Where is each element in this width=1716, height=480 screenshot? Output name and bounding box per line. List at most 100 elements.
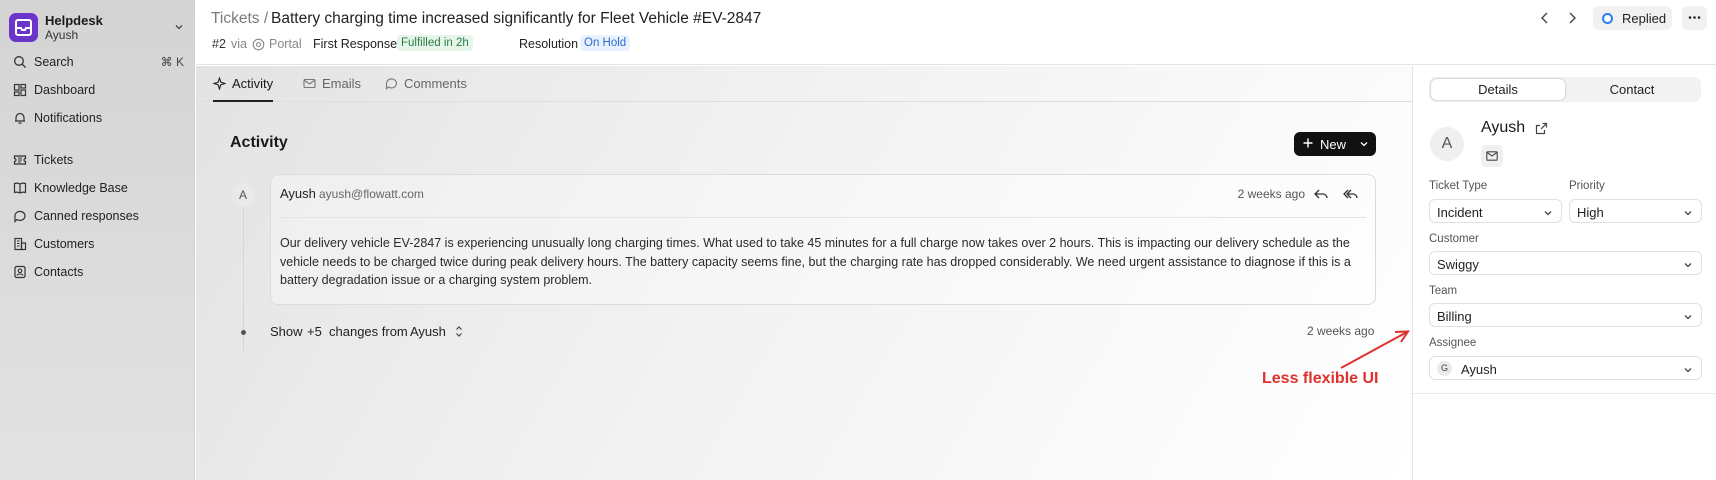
app-switcher[interactable]: Helpdesk Ayush [9, 13, 185, 43]
customer-select[interactable]: Swiggy [1429, 251, 1702, 275]
tab-label: Comments [404, 76, 467, 91]
comment-icon [385, 78, 398, 90]
team-select[interactable]: Billing [1429, 303, 1702, 327]
sidebar-item-label: Knowledge Base [34, 181, 128, 195]
reply-icon[interactable] [1313, 186, 1329, 202]
sidebar-item-label: Notifications [34, 111, 103, 125]
tab-label: Activity [232, 76, 274, 91]
chevron-down-icon [175, 25, 183, 30]
portal-icon [252, 38, 265, 51]
message-icon [14, 210, 26, 223]
breadcrumb-tickets[interactable]: Tickets / [211, 10, 268, 28]
external-link-icon[interactable] [1535, 122, 1548, 135]
tab-details[interactable]: Details [1431, 79, 1565, 100]
current-user: Ayush [45, 28, 79, 42]
tab-label: Emails [322, 76, 362, 91]
sidebar-item-notifications[interactable]: Notifications [7, 106, 188, 130]
first-response-badge: Fulfilled in 2h [397, 35, 473, 51]
chevron-down-icon [1360, 142, 1368, 147]
email-timestamp: 2 weeks ago [1237, 187, 1305, 201]
chevron-down-icon [1684, 315, 1692, 320]
page-title: Battery charging time increased signific… [271, 10, 762, 27]
ticket-type-label: Ticket Type [1429, 180, 1488, 192]
tab-activity[interactable]: Activity [213, 66, 273, 102]
via-label: via [231, 37, 247, 51]
details-panel: Details Contact A Ayush Ticket Type Inci… [1412, 66, 1716, 480]
search-shortcut: ⌘ K [160, 55, 184, 69]
timeline-dot [241, 330, 246, 335]
sidebar-item-dashboard[interactable]: Dashboard [7, 78, 188, 102]
changes-user: Ayush [410, 324, 446, 339]
ticket-type-value: Incident [1437, 205, 1483, 220]
app-name: Helpdesk [45, 13, 103, 28]
next-ticket-button[interactable] [1562, 8, 1582, 28]
mail-icon [303, 78, 316, 89]
status-dot-icon [1602, 13, 1613, 24]
status-dropdown[interactable]: Replied [1593, 6, 1672, 30]
assignee-select[interactable]: G Ayush [1429, 356, 1702, 380]
more-horizontal-icon [1688, 16, 1701, 19]
email-sender-address: ayush@flowatt.com [319, 187, 424, 201]
new-activity-button[interactable]: New [1294, 132, 1376, 156]
mail-icon [1486, 151, 1498, 161]
email-body: Our delivery vehicle EV-2847 is experien… [280, 236, 1351, 287]
priority-label: Priority [1569, 180, 1605, 192]
divider [1413, 393, 1716, 394]
avatar: G [1437, 361, 1452, 376]
resolution-label: Resolution [519, 37, 579, 51]
tab-emails[interactable]: Emails [303, 66, 363, 102]
sidebar-item-label: Customers [34, 237, 95, 251]
email-card: Ayush ayush@flowatt.com 2 weeks ago Our … [270, 174, 1376, 305]
contact-name: Ayush [1481, 119, 1526, 136]
search-icon [14, 56, 26, 68]
activity-icon [213, 77, 226, 90]
channel-label: Portal [269, 37, 302, 51]
sidebar-item-tickets[interactable]: Tickets [7, 148, 188, 172]
sidebar-item-knowledge-base[interactable]: Knowledge Base [7, 176, 188, 200]
changes-show-label: Show [270, 324, 303, 339]
customer-label: Customer [1429, 233, 1479, 245]
team-label: Team [1429, 285, 1458, 297]
sidebar-item-label: Canned responses [34, 209, 139, 223]
more-options-button[interactable] [1682, 6, 1707, 30]
chevron-down-icon [1684, 368, 1692, 373]
helpdesk-logo [9, 13, 38, 42]
plus-icon [1303, 138, 1313, 148]
annotation-arrow [1340, 330, 1410, 369]
first-response-label: First Response [313, 37, 398, 51]
sidebar-item-canned-responses[interactable]: Canned responses [7, 204, 188, 228]
chevron-down-icon [1684, 263, 1692, 268]
sidebar-item-search[interactable]: Search ⌘ K [7, 50, 188, 74]
ticket-id: #2 [212, 37, 226, 51]
sidebar-item-customers[interactable]: Customers [7, 232, 188, 256]
previous-ticket-button[interactable] [1535, 8, 1555, 28]
priority-value: High [1577, 205, 1604, 220]
ticket-header: Tickets / Battery charging time increase… [196, 0, 1716, 65]
tab-comments[interactable]: Comments [385, 66, 469, 102]
dashboard-icon [13, 83, 27, 97]
email-contact-button[interactable] [1481, 145, 1503, 167]
chevron-down-icon [1544, 211, 1552, 216]
sidebar-item-contacts[interactable]: Contacts [7, 260, 188, 284]
main-content: Activity Emails Comments Activity New A … [196, 66, 1412, 480]
ticket-type-select[interactable]: Incident [1429, 199, 1562, 223]
status-label: Replied [1622, 11, 1667, 26]
assignee-label: Assignee [1429, 337, 1477, 349]
resolution-badge: On Hold [580, 35, 631, 51]
divider [280, 217, 1366, 218]
sidebar-item-label: Contacts [34, 265, 84, 279]
tab-contact[interactable]: Contact [1565, 79, 1699, 100]
details-contact-switch: Details Contact [1429, 77, 1701, 102]
customer-value: Swiggy [1437, 257, 1479, 272]
new-button-label: New [1320, 137, 1347, 152]
priority-select[interactable]: High [1569, 199, 1702, 223]
changes-from-label: changes from [329, 324, 408, 339]
team-value: Billing [1437, 309, 1472, 324]
sidebar-item-label: Tickets [34, 153, 74, 167]
avatar: A [1430, 127, 1464, 161]
sidebar-item-label: Search [34, 55, 74, 69]
reply-all-icon[interactable] [1343, 186, 1359, 202]
email-sender-name: Ayush [280, 186, 316, 201]
changes-count: +5 [307, 324, 322, 339]
bell-icon [15, 112, 25, 124]
